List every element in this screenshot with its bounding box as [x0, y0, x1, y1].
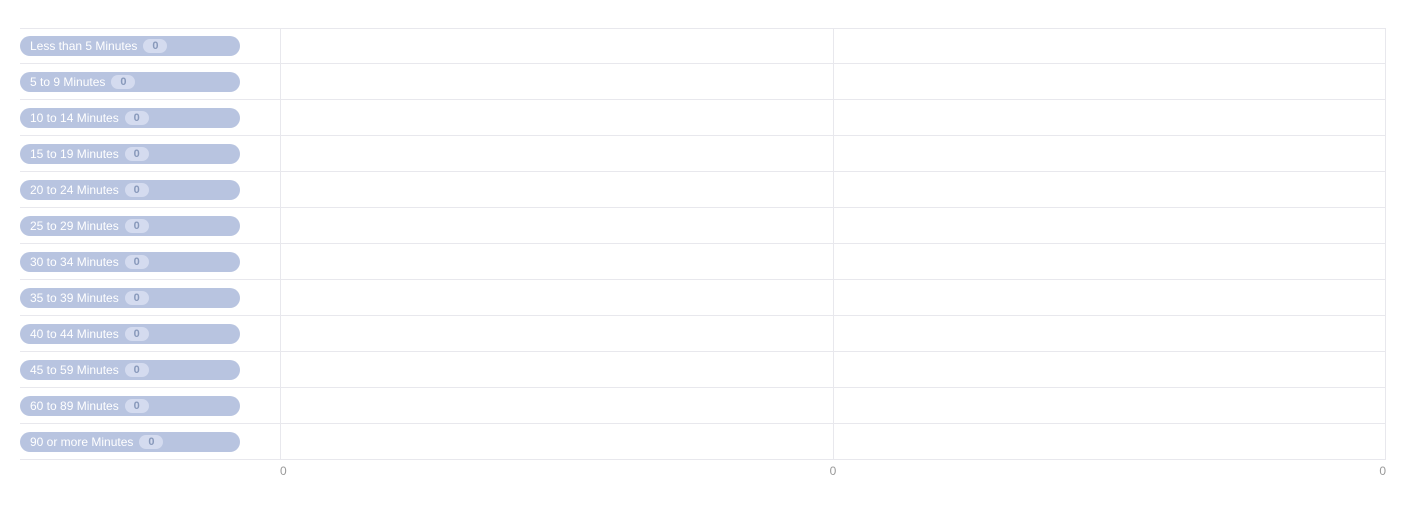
bar-label-value: 0: [125, 399, 149, 413]
bar-row: 5 to 9 Minutes 0: [20, 64, 1386, 100]
bar-area: [280, 136, 1386, 171]
chart-body: Less than 5 Minutes 0 5 to 9 Minutes 0 1: [20, 28, 1386, 460]
bar-label-text: 25 to 29 Minutes: [30, 219, 119, 233]
bar-label-value: 0: [111, 75, 135, 89]
bar-label-text: 90 or more Minutes: [30, 435, 133, 449]
bar-label-pill: 60 to 89 Minutes 0: [20, 396, 240, 416]
bar-label-text: 20 to 24 Minutes: [30, 183, 119, 197]
bar-row: 35 to 39 Minutes 0: [20, 280, 1386, 316]
bar-row: 60 to 89 Minutes 0: [20, 388, 1386, 424]
bar-label-pill: Less than 5 Minutes 0: [20, 36, 240, 56]
bar-label-text: 35 to 39 Minutes: [30, 291, 119, 305]
bar-label-container: 30 to 34 Minutes 0: [20, 244, 280, 279]
bar-label-pill: 45 to 59 Minutes 0: [20, 360, 240, 380]
bar-label-value: 0: [125, 147, 149, 161]
chart-container: Less than 5 Minutes 0 5 to 9 Minutes 0 1: [0, 0, 1406, 523]
bar-label-pill: 5 to 9 Minutes 0: [20, 72, 240, 92]
bar-area: [280, 388, 1386, 423]
bar-row: 10 to 14 Minutes 0: [20, 100, 1386, 136]
bar-label-text: 10 to 14 Minutes: [30, 111, 119, 125]
bar-row: 30 to 34 Minutes 0: [20, 244, 1386, 280]
bar-label-pill: 15 to 19 Minutes 0: [20, 144, 240, 164]
bar-label-value: 0: [125, 111, 149, 125]
bar-area: [280, 244, 1386, 279]
bar-area: [280, 64, 1386, 99]
bar-label-text: 5 to 9 Minutes: [30, 75, 105, 89]
x-axis-label: 0: [830, 464, 837, 478]
bar-label-text: 30 to 34 Minutes: [30, 255, 119, 269]
bar-label-text: 45 to 59 Minutes: [30, 363, 119, 377]
bar-label-container: 40 to 44 Minutes 0: [20, 316, 280, 351]
bar-label-value: 0: [143, 39, 167, 53]
bar-label-value: 0: [125, 327, 149, 341]
x-axis: 0 0 0: [20, 464, 1386, 478]
bar-label-container: 5 to 9 Minutes 0: [20, 64, 280, 99]
bar-row: 15 to 19 Minutes 0: [20, 136, 1386, 172]
bar-row: 90 or more Minutes 0: [20, 424, 1386, 460]
bar-label-container: 20 to 24 Minutes 0: [20, 172, 280, 207]
bar-label-value: 0: [125, 183, 149, 197]
bar-label-value: 0: [125, 219, 149, 233]
bar-label-container: 60 to 89 Minutes 0: [20, 388, 280, 423]
bar-label-text: 15 to 19 Minutes: [30, 147, 119, 161]
bar-area: [280, 172, 1386, 207]
bar-label-value: 0: [125, 291, 149, 305]
bar-label-pill: 40 to 44 Minutes 0: [20, 324, 240, 344]
bar-row: 25 to 29 Minutes 0: [20, 208, 1386, 244]
bar-row: Less than 5 Minutes 0: [20, 28, 1386, 64]
bar-area: [280, 316, 1386, 351]
bar-area: [280, 208, 1386, 243]
bar-label-value: 0: [139, 435, 163, 449]
bar-label-container: 25 to 29 Minutes 0: [20, 208, 280, 243]
bar-row: 20 to 24 Minutes 0: [20, 172, 1386, 208]
bar-label-pill: 10 to 14 Minutes 0: [20, 108, 240, 128]
bar-label-pill: 90 or more Minutes 0: [20, 432, 240, 452]
bar-area: [280, 352, 1386, 387]
bar-label-container: Less than 5 Minutes 0: [20, 29, 280, 63]
bar-label-container: 45 to 59 Minutes 0: [20, 352, 280, 387]
bar-label-value: 0: [125, 255, 149, 269]
bar-area: [280, 100, 1386, 135]
bar-label-pill: 30 to 34 Minutes 0: [20, 252, 240, 272]
bar-label-value: 0: [125, 363, 149, 377]
bar-label-text: Less than 5 Minutes: [30, 39, 137, 53]
bar-row: 45 to 59 Minutes 0: [20, 352, 1386, 388]
bar-label-container: 15 to 19 Minutes 0: [20, 136, 280, 171]
bar-label-text: 40 to 44 Minutes: [30, 327, 119, 341]
bar-area: [280, 424, 1386, 459]
x-axis-label: 0: [280, 464, 287, 478]
bar-area: [280, 29, 1386, 63]
x-axis-label: 0: [1379, 464, 1386, 478]
bar-label-container: 35 to 39 Minutes 0: [20, 280, 280, 315]
bar-label-container: 90 or more Minutes 0: [20, 424, 280, 459]
bar-label-text: 60 to 89 Minutes: [30, 399, 119, 413]
bar-label-pill: 25 to 29 Minutes 0: [20, 216, 240, 236]
bar-label-pill: 35 to 39 Minutes 0: [20, 288, 240, 308]
bar-area: [280, 280, 1386, 315]
bar-label-pill: 20 to 24 Minutes 0: [20, 180, 240, 200]
bar-label-container: 10 to 14 Minutes 0: [20, 100, 280, 135]
bar-row: 40 to 44 Minutes 0: [20, 316, 1386, 352]
